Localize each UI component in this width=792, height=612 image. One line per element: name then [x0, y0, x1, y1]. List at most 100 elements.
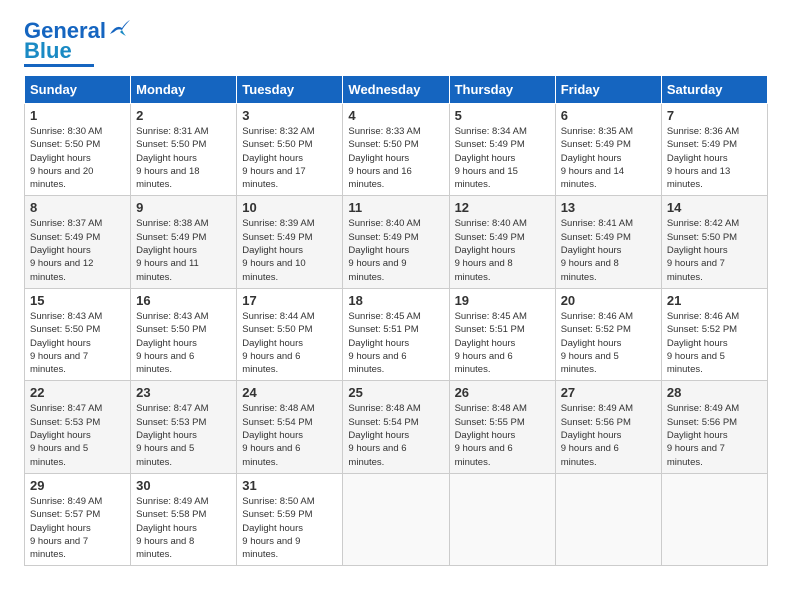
day-details: Sunrise: 8:35 AM Sunset: 5:49 PM Dayligh…	[561, 125, 656, 191]
day-number: 10	[242, 200, 337, 215]
calendar-cell: 20 Sunrise: 8:46 AM Sunset: 5:52 PM Dayl…	[555, 288, 661, 380]
day-details: Sunrise: 8:46 AM Sunset: 5:52 PM Dayligh…	[667, 310, 762, 376]
weekday-header-thursday: Thursday	[449, 76, 555, 104]
day-number: 7	[667, 108, 762, 123]
calendar-cell: 17 Sunrise: 8:44 AM Sunset: 5:50 PM Dayl…	[237, 288, 343, 380]
calendar-week-row: 1 Sunrise: 8:30 AM Sunset: 5:50 PM Dayli…	[25, 104, 768, 196]
day-details: Sunrise: 8:33 AM Sunset: 5:50 PM Dayligh…	[348, 125, 443, 191]
calendar-cell: 10 Sunrise: 8:39 AM Sunset: 5:49 PM Dayl…	[237, 196, 343, 288]
calendar-cell	[343, 473, 449, 565]
day-number: 1	[30, 108, 125, 123]
day-details: Sunrise: 8:36 AM Sunset: 5:49 PM Dayligh…	[667, 125, 762, 191]
calendar-week-row: 15 Sunrise: 8:43 AM Sunset: 5:50 PM Dayl…	[25, 288, 768, 380]
calendar-cell: 3 Sunrise: 8:32 AM Sunset: 5:50 PM Dayli…	[237, 104, 343, 196]
calendar-week-row: 8 Sunrise: 8:37 AM Sunset: 5:49 PM Dayli…	[25, 196, 768, 288]
day-details: Sunrise: 8:49 AM Sunset: 5:58 PM Dayligh…	[136, 495, 231, 561]
day-number: 25	[348, 385, 443, 400]
day-number: 14	[667, 200, 762, 215]
calendar-cell: 16 Sunrise: 8:43 AM Sunset: 5:50 PM Dayl…	[131, 288, 237, 380]
day-details: Sunrise: 8:43 AM Sunset: 5:50 PM Dayligh…	[136, 310, 231, 376]
day-number: 8	[30, 200, 125, 215]
day-details: Sunrise: 8:47 AM Sunset: 5:53 PM Dayligh…	[30, 402, 125, 468]
calendar-cell: 27 Sunrise: 8:49 AM Sunset: 5:56 PM Dayl…	[555, 381, 661, 473]
day-details: Sunrise: 8:32 AM Sunset: 5:50 PM Dayligh…	[242, 125, 337, 191]
day-details: Sunrise: 8:37 AM Sunset: 5:49 PM Dayligh…	[30, 217, 125, 283]
day-number: 12	[455, 200, 550, 215]
day-number: 6	[561, 108, 656, 123]
calendar-cell	[555, 473, 661, 565]
calendar-cell: 2 Sunrise: 8:31 AM Sunset: 5:50 PM Dayli…	[131, 104, 237, 196]
day-details: Sunrise: 8:48 AM Sunset: 5:54 PM Dayligh…	[242, 402, 337, 468]
day-number: 27	[561, 385, 656, 400]
calendar-cell: 31 Sunrise: 8:50 AM Sunset: 5:59 PM Dayl…	[237, 473, 343, 565]
day-number: 30	[136, 478, 231, 493]
day-details: Sunrise: 8:44 AM Sunset: 5:50 PM Dayligh…	[242, 310, 337, 376]
day-number: 26	[455, 385, 550, 400]
calendar-cell: 28 Sunrise: 8:49 AM Sunset: 5:56 PM Dayl…	[661, 381, 767, 473]
calendar-cell: 29 Sunrise: 8:49 AM Sunset: 5:57 PM Dayl…	[25, 473, 131, 565]
calendar-cell: 8 Sunrise: 8:37 AM Sunset: 5:49 PM Dayli…	[25, 196, 131, 288]
logo: General Blue	[24, 20, 130, 67]
day-details: Sunrise: 8:43 AM Sunset: 5:50 PM Dayligh…	[30, 310, 125, 376]
day-details: Sunrise: 8:49 AM Sunset: 5:56 PM Dayligh…	[561, 402, 656, 468]
day-number: 3	[242, 108, 337, 123]
day-details: Sunrise: 8:40 AM Sunset: 5:49 PM Dayligh…	[455, 217, 550, 283]
calendar-cell: 11 Sunrise: 8:40 AM Sunset: 5:49 PM Dayl…	[343, 196, 449, 288]
day-number: 11	[348, 200, 443, 215]
logo-underline	[24, 64, 94, 67]
day-details: Sunrise: 8:48 AM Sunset: 5:54 PM Dayligh…	[348, 402, 443, 468]
calendar-cell: 25 Sunrise: 8:48 AM Sunset: 5:54 PM Dayl…	[343, 381, 449, 473]
day-details: Sunrise: 8:34 AM Sunset: 5:49 PM Dayligh…	[455, 125, 550, 191]
weekday-header-friday: Friday	[555, 76, 661, 104]
day-number: 13	[561, 200, 656, 215]
calendar-cell: 19 Sunrise: 8:45 AM Sunset: 5:51 PM Dayl…	[449, 288, 555, 380]
weekday-header-saturday: Saturday	[661, 76, 767, 104]
day-details: Sunrise: 8:40 AM Sunset: 5:49 PM Dayligh…	[348, 217, 443, 283]
day-details: Sunrise: 8:39 AM Sunset: 5:49 PM Dayligh…	[242, 217, 337, 283]
day-details: Sunrise: 8:42 AM Sunset: 5:50 PM Dayligh…	[667, 217, 762, 283]
header: General Blue	[24, 20, 768, 67]
day-number: 9	[136, 200, 231, 215]
day-details: Sunrise: 8:46 AM Sunset: 5:52 PM Dayligh…	[561, 310, 656, 376]
day-details: Sunrise: 8:47 AM Sunset: 5:53 PM Dayligh…	[136, 402, 231, 468]
calendar-cell	[449, 473, 555, 565]
calendar-header-row: SundayMondayTuesdayWednesdayThursdayFrid…	[25, 76, 768, 104]
calendar-cell: 26 Sunrise: 8:48 AM Sunset: 5:55 PM Dayl…	[449, 381, 555, 473]
day-details: Sunrise: 8:45 AM Sunset: 5:51 PM Dayligh…	[455, 310, 550, 376]
calendar-cell: 24 Sunrise: 8:48 AM Sunset: 5:54 PM Dayl…	[237, 381, 343, 473]
day-number: 16	[136, 293, 231, 308]
day-details: Sunrise: 8:50 AM Sunset: 5:59 PM Dayligh…	[242, 495, 337, 561]
day-number: 20	[561, 293, 656, 308]
day-number: 21	[667, 293, 762, 308]
day-number: 28	[667, 385, 762, 400]
day-details: Sunrise: 8:48 AM Sunset: 5:55 PM Dayligh…	[455, 402, 550, 468]
weekday-header-wednesday: Wednesday	[343, 76, 449, 104]
calendar-cell: 14 Sunrise: 8:42 AM Sunset: 5:50 PM Dayl…	[661, 196, 767, 288]
day-number: 4	[348, 108, 443, 123]
calendar-cell: 5 Sunrise: 8:34 AM Sunset: 5:49 PM Dayli…	[449, 104, 555, 196]
day-details: Sunrise: 8:31 AM Sunset: 5:50 PM Dayligh…	[136, 125, 231, 191]
day-details: Sunrise: 8:45 AM Sunset: 5:51 PM Dayligh…	[348, 310, 443, 376]
calendar-cell: 23 Sunrise: 8:47 AM Sunset: 5:53 PM Dayl…	[131, 381, 237, 473]
calendar-cell: 12 Sunrise: 8:40 AM Sunset: 5:49 PM Dayl…	[449, 196, 555, 288]
day-number: 5	[455, 108, 550, 123]
logo-blue-text: Blue	[24, 40, 72, 62]
day-details: Sunrise: 8:49 AM Sunset: 5:56 PM Dayligh…	[667, 402, 762, 468]
calendar-cell: 13 Sunrise: 8:41 AM Sunset: 5:49 PM Dayl…	[555, 196, 661, 288]
day-details: Sunrise: 8:41 AM Sunset: 5:49 PM Dayligh…	[561, 217, 656, 283]
calendar-week-row: 29 Sunrise: 8:49 AM Sunset: 5:57 PM Dayl…	[25, 473, 768, 565]
day-number: 17	[242, 293, 337, 308]
day-number: 18	[348, 293, 443, 308]
day-number: 15	[30, 293, 125, 308]
calendar-cell: 30 Sunrise: 8:49 AM Sunset: 5:58 PM Dayl…	[131, 473, 237, 565]
calendar-cell: 1 Sunrise: 8:30 AM Sunset: 5:50 PM Dayli…	[25, 104, 131, 196]
weekday-header-monday: Monday	[131, 76, 237, 104]
day-number: 24	[242, 385, 337, 400]
day-details: Sunrise: 8:49 AM Sunset: 5:57 PM Dayligh…	[30, 495, 125, 561]
day-details: Sunrise: 8:38 AM Sunset: 5:49 PM Dayligh…	[136, 217, 231, 283]
calendar-cell: 21 Sunrise: 8:46 AM Sunset: 5:52 PM Dayl…	[661, 288, 767, 380]
day-number: 29	[30, 478, 125, 493]
day-number: 31	[242, 478, 337, 493]
calendar-cell: 9 Sunrise: 8:38 AM Sunset: 5:49 PM Dayli…	[131, 196, 237, 288]
calendar-cell: 4 Sunrise: 8:33 AM Sunset: 5:50 PM Dayli…	[343, 104, 449, 196]
